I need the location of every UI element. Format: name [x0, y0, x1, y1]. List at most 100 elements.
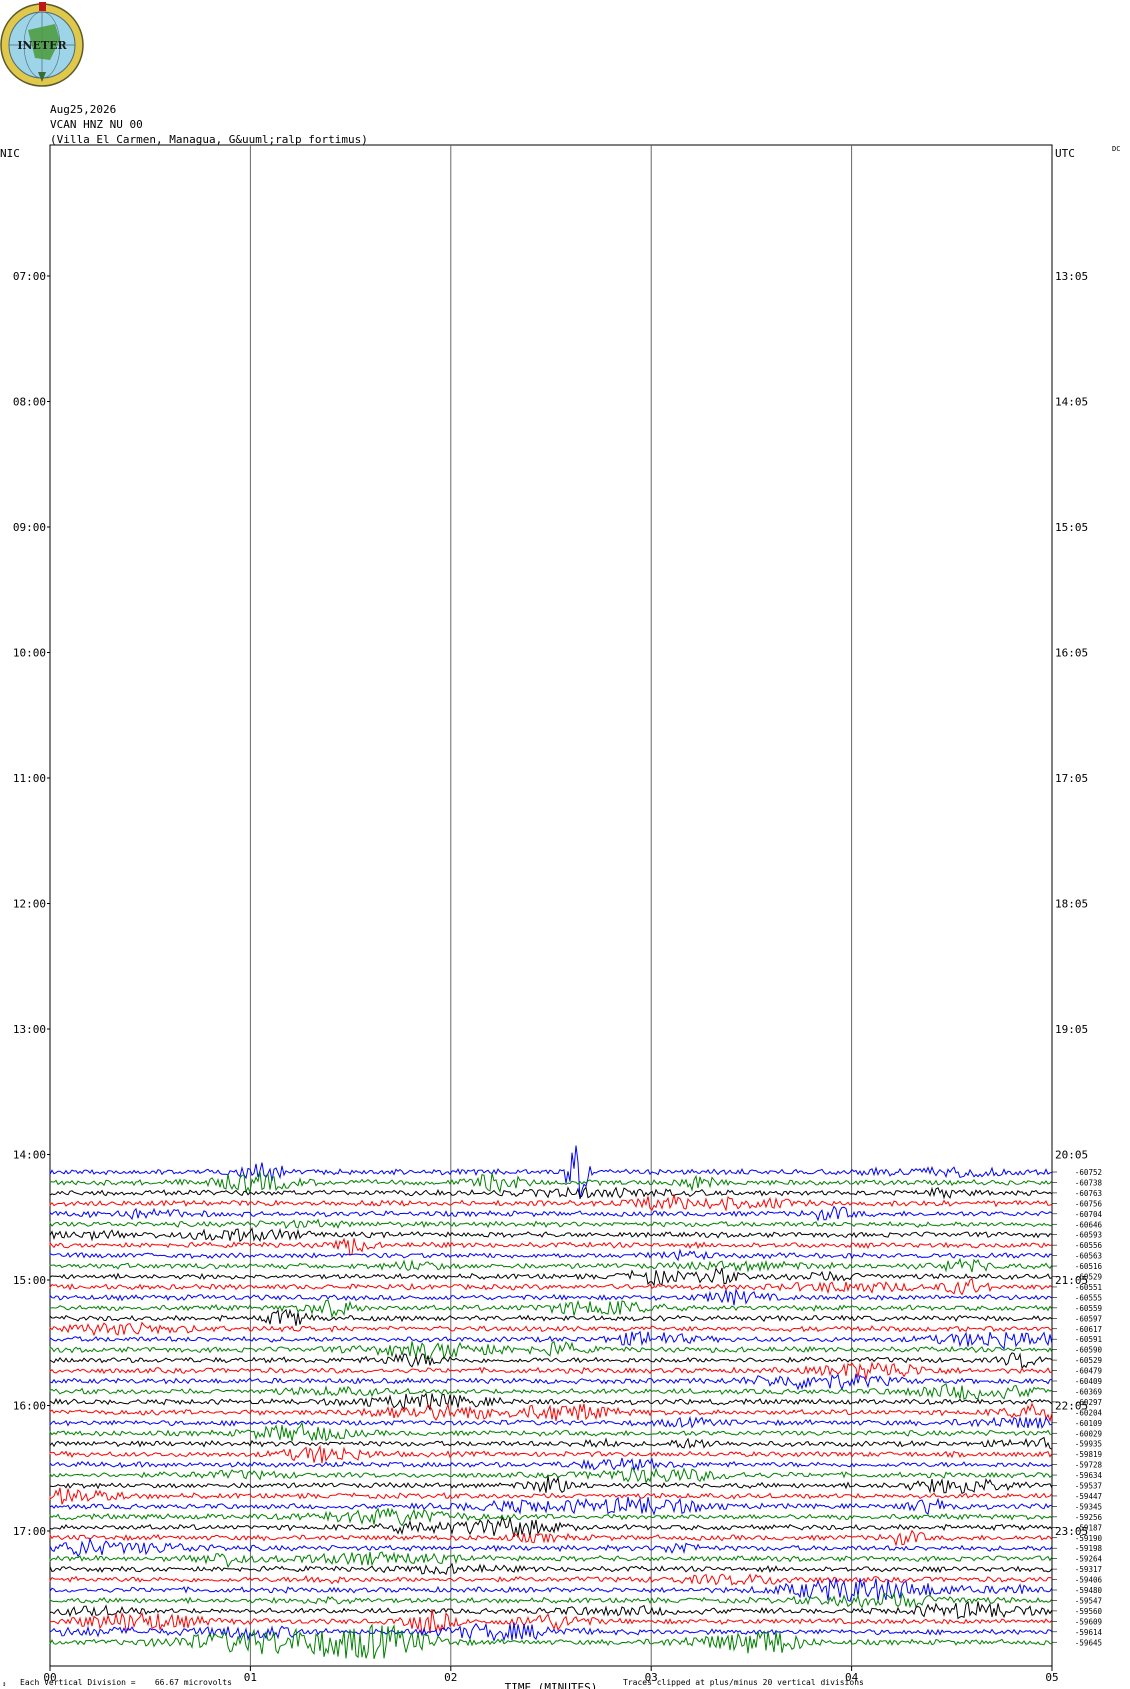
hour-label-utc: 13:05 [1055, 270, 1088, 283]
seismic-trace [49, 1194, 1053, 1212]
seismic-trace [49, 1457, 1053, 1473]
seismic-trace [49, 1600, 1053, 1620]
vertical-division-note: Each Vertical Division = 66.67 microvolt… [20, 1678, 232, 1687]
hour-label-local: 17:00 [13, 1525, 46, 1538]
seismic-trace [49, 1591, 1053, 1609]
plot-border [49, 144, 1053, 1667]
seismic-trace [49, 1392, 1053, 1412]
x-tick-label: 05 [1045, 1671, 1058, 1684]
trace-offset-label: -60752 [1075, 1168, 1102, 1177]
seismic-trace [49, 1436, 1053, 1450]
seismic-trace [49, 1551, 1053, 1569]
hour-label-local: 12:00 [13, 898, 46, 911]
clip-note: Traces clipped at plus/minus 20 vertical… [623, 1678, 864, 1687]
hour-label-local: 08:00 [13, 396, 46, 409]
trace-offset-label: -60556 [1075, 1241, 1103, 1250]
hour-label-local: 11:00 [13, 772, 46, 785]
trace-offset-label: -59190 [1075, 1534, 1103, 1543]
seismic-trace [49, 1186, 1053, 1200]
trace-offset-label: -60617 [1075, 1325, 1102, 1334]
hour-label-local: 07:00 [13, 270, 46, 283]
scale-symbol: ↕ [2, 1680, 7, 1688]
helicorder-chart: 00 01 02 03 04 05TIME (MINUTES)NIC UTC DC07:000… [0, 144, 1120, 1689]
seismic-trace [49, 1321, 1053, 1337]
trace-offset-label: -59614 [1075, 1628, 1103, 1637]
trace-offset-label: -59317 [1075, 1565, 1102, 1574]
seismic-trace [49, 1340, 1053, 1361]
trace-offset-label: -60516 [1075, 1262, 1103, 1271]
seismic-trace [49, 1330, 1053, 1350]
trace-offset-label: -60559 [1075, 1304, 1102, 1313]
trace-offset-label: -60591 [1075, 1335, 1102, 1344]
seismic-trace [49, 1487, 1053, 1505]
trace-offset-label: -60479 [1075, 1367, 1102, 1376]
hour-label-utc: 18:05 [1055, 898, 1088, 911]
seismic-trace [49, 1287, 1053, 1306]
seismic-traces [49, 1145, 1053, 1660]
trace-offset-label: -59198 [1075, 1544, 1103, 1553]
seismic-trace [49, 1507, 1053, 1527]
seismic-trace [49, 1218, 1053, 1230]
trace-offset-label: -59345 [1075, 1502, 1102, 1511]
trace-offset-label: -60597 [1075, 1314, 1102, 1323]
hour-label-local: 10:00 [13, 647, 46, 660]
seismic-trace [49, 1496, 1053, 1516]
trace-offset-label: -59406 [1075, 1576, 1103, 1585]
hour-label-local: 09:00 [13, 521, 46, 534]
trace-offset-label: -60109 [1075, 1419, 1102, 1428]
trace-offset-label: -60563 [1075, 1252, 1102, 1261]
seismic-trace [49, 1402, 1053, 1423]
seismic-trace [49, 1529, 1053, 1547]
hour-label-utc: 15:05 [1055, 521, 1088, 534]
trace-offset-label: -60529 [1075, 1273, 1102, 1282]
seismic-trace [49, 1237, 1053, 1256]
trace-offset-label: -59187 [1075, 1523, 1102, 1532]
seismic-trace [49, 1421, 1053, 1442]
trace-offset-label: -59645 [1075, 1638, 1102, 1647]
hour-label-utc: 19:05 [1055, 1023, 1088, 1036]
seismic-trace [49, 1205, 1053, 1222]
trace-offset-label: -59560 [1075, 1607, 1103, 1616]
hour-label-utc: 17:05 [1055, 772, 1088, 785]
seismic-trace [49, 1466, 1053, 1485]
trace-offset-label: -59935 [1075, 1440, 1102, 1449]
seismic-trace [49, 1373, 1053, 1391]
seismic-trace [49, 1573, 1053, 1586]
trace-offset-label: -59634 [1075, 1471, 1103, 1480]
trace-offset-label: -60409 [1075, 1377, 1102, 1386]
trace-offset-label: -60529 [1075, 1356, 1102, 1365]
trace-offset-label: -60738 [1075, 1178, 1103, 1187]
hour-label-local: 15:00 [13, 1274, 46, 1287]
seismic-trace [49, 1415, 1053, 1429]
trace-offset-label: -60704 [1075, 1210, 1103, 1219]
trace-offset-label: -59447 [1075, 1492, 1102, 1501]
plot-frame [47, 144, 1057, 1671]
seismic-trace [49, 1227, 1053, 1243]
trace-offset-label: -60551 [1075, 1283, 1102, 1292]
trace-offset-label: -60590 [1075, 1346, 1103, 1355]
trace-offset-label: -60555 [1075, 1293, 1102, 1302]
trace-offset-label: -60646 [1075, 1220, 1103, 1229]
right-timezone-label: UTC [1055, 147, 1075, 160]
x-tick-label: 01 [244, 1671, 257, 1684]
x-axis-title: TIME (MINUTES) [505, 1681, 598, 1689]
hour-label-local: 16:00 [13, 1400, 46, 1413]
trace-offset-label: -60029 [1075, 1429, 1102, 1438]
trace-offset-label: -60593 [1075, 1231, 1102, 1240]
dc-label: DC [1112, 145, 1120, 153]
seismic-trace [49, 1278, 1053, 1296]
x-tick-label: 02 [444, 1671, 457, 1684]
left-timezone-label: NIC [0, 147, 20, 160]
hour-label-utc: 20:05 [1055, 1149, 1088, 1162]
seismic-trace [49, 1562, 1053, 1576]
seismic-trace [49, 1382, 1053, 1400]
trace-offset-label: -59728 [1075, 1461, 1103, 1470]
seismic-trace [49, 1248, 1053, 1262]
seismic-trace [49, 1267, 1053, 1287]
hour-label-utc: 14:05 [1055, 396, 1088, 409]
trace-offset-label: -60763 [1075, 1189, 1102, 1198]
trace-offset-label: -59537 [1075, 1482, 1102, 1491]
trace-offset-label: -59264 [1075, 1555, 1103, 1564]
trace-offset-label: -59547 [1075, 1596, 1102, 1605]
seismic-trace [49, 1475, 1053, 1495]
